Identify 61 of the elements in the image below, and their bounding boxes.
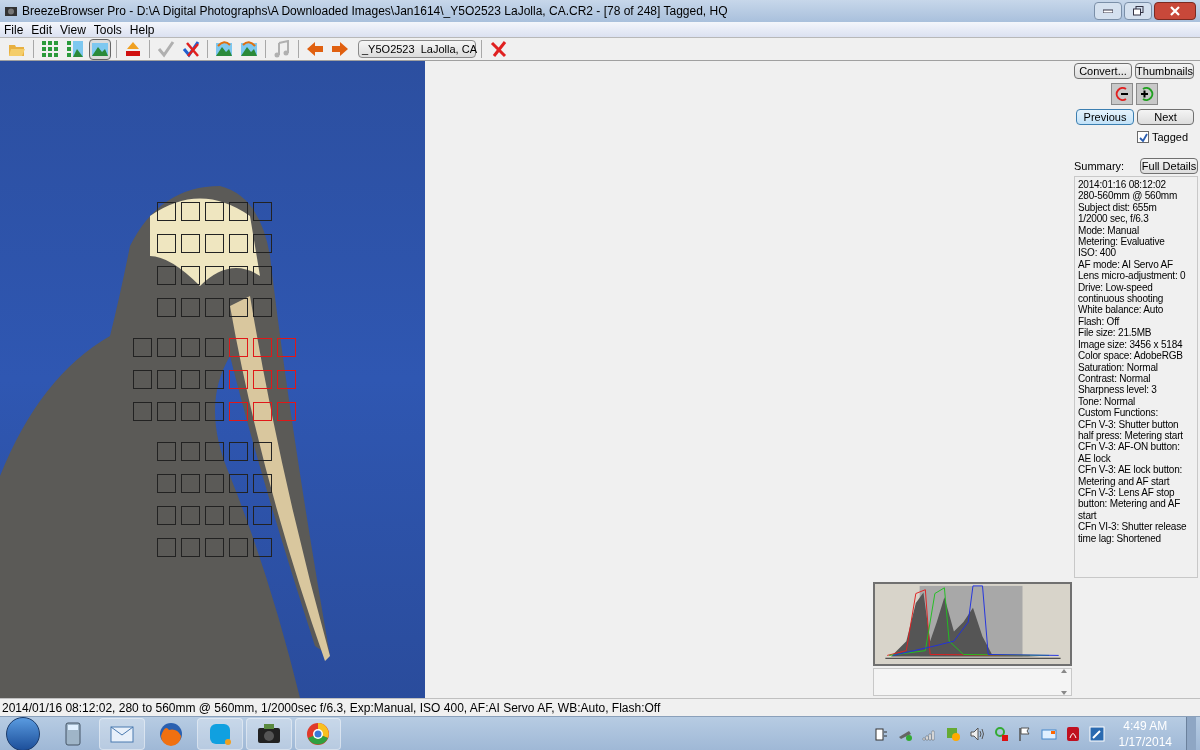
menu-item[interactable]: Edit bbox=[27, 20, 57, 39]
summary-line: Mode: Manual bbox=[1078, 224, 1140, 237]
power-plug-icon[interactable] bbox=[872, 725, 889, 742]
summary-line: File size: 21.5MB bbox=[1078, 327, 1153, 339]
summary-line: Sharpness level: 3 bbox=[1078, 384, 1158, 396]
summary-line: Color space: AdobeRGB bbox=[1078, 350, 1184, 362]
rotate-plus-button[interactable] bbox=[1135, 83, 1158, 105]
summary-line: Lens micro-adjustment: 0 bbox=[1078, 270, 1187, 282]
summary-line: CFn V-3: Shutter button half press: Metering start bbox=[1078, 418, 1184, 442]
summary-line: 280-560mm @ 560mm bbox=[1078, 190, 1178, 202]
summary-line: Contrast: Normal bbox=[1078, 372, 1152, 385]
checkbox-label: Tagged bbox=[1152, 130, 1189, 145]
summary-line: Image size: 3456 x 5184 bbox=[1078, 338, 1184, 351]
summary-line: Subject dist: 655m bbox=[1078, 201, 1158, 214]
restore-icon bbox=[1132, 6, 1144, 16]
summary-line: White balance: Auto bbox=[1078, 304, 1165, 316]
convert-button[interactable]: Convert... bbox=[1074, 63, 1132, 79]
next-button[interactable]: Next bbox=[1137, 109, 1194, 125]
full-details-button[interactable]: Full Details bbox=[1140, 157, 1198, 174]
scroll-down-icon[interactable] bbox=[1061, 691, 1067, 695]
close-icon bbox=[1170, 6, 1180, 16]
close-button[interactable] bbox=[1154, 2, 1196, 20]
summary-line: Flash: Off bbox=[1078, 315, 1121, 328]
rotate-minus-button[interactable] bbox=[1110, 83, 1133, 105]
filmstrip-view-icon[interactable] bbox=[64, 38, 86, 60]
summary-line: 1/2000 sec, f/6.3 bbox=[1078, 213, 1150, 225]
thumbnails-button[interactable]: Thumbnails bbox=[1135, 63, 1194, 79]
status-bar: 2014/01/16 08:12:02, 280 to 560mm @ 560mm, 1/2000sec f/6.3, Exp:Manual, ISO 400, AF:AI Servo AF, WB:Auto, Flash:Off bbox=[0, 698, 1200, 716]
flag-icon[interactable] bbox=[1016, 725, 1033, 742]
image-view-icon[interactable] bbox=[89, 38, 111, 60]
menu-item[interactable]: View bbox=[56, 20, 90, 39]
scroll-up-icon[interactable] bbox=[1061, 669, 1067, 673]
summary-line: ISO: 400 bbox=[1078, 247, 1116, 259]
speaker-icon[interactable] bbox=[968, 725, 985, 742]
thumbnail-grid-icon[interactable] bbox=[39, 38, 61, 60]
camera-icon bbox=[4, 4, 18, 18]
window-title: BreezeBrowser Pro - D:\A Digital Photographs\A Downloaded Images\Jan1614\_Y5O2523 LaJolla, CA.CR2 - [78 of 248] Tagged, HQ bbox=[22, 3, 728, 20]
summary-line: Metering: Evaluative bbox=[1078, 236, 1166, 248]
start-button[interactable] bbox=[6, 716, 40, 750]
minimize-icon bbox=[1103, 9, 1113, 13]
summary-line: Custom Functions: bbox=[1078, 407, 1159, 419]
summary-line: Saturation: Normal bbox=[1078, 361, 1159, 373]
app-icon[interactable] bbox=[1064, 725, 1081, 742]
previous-button[interactable]: Previous bbox=[1076, 109, 1134, 125]
summary-label: Summary: bbox=[1074, 158, 1125, 174]
restore-button[interactable] bbox=[1124, 2, 1152, 20]
tagged-checkbox[interactable] bbox=[1137, 131, 1149, 144]
summary-line: CFn V-3: AF-ON button: AE lock bbox=[1078, 441, 1181, 465]
summary-line: CFn V-3: AE lock button: Metering and AF start bbox=[1078, 464, 1184, 487]
menu-item[interactable]: Help bbox=[125, 20, 159, 39]
summary-line: AF mode: AI Servo AF bbox=[1078, 258, 1174, 271]
summary-line: CFn V-3: Lens AF stop button: Metering and AF start bbox=[1078, 486, 1182, 522]
summary-line: Drive: Low-speed continuous shooting bbox=[1078, 281, 1165, 305]
menu-item[interactable]: Tools bbox=[89, 20, 126, 39]
summary-line: CFn VI-3: Shutter release time lag: Shortened bbox=[1078, 521, 1188, 544]
image-dropdown[interactable]: _Y5O2523 LaJolla, CA bbox=[358, 40, 476, 58]
taskbar-button[interactable] bbox=[246, 717, 292, 750]
summary-line: Tone: Normal bbox=[1078, 395, 1137, 408]
summary-line: 2014:01:16 08:12:02 bbox=[1078, 179, 1167, 191]
menu-item[interactable]: File bbox=[0, 20, 28, 39]
network-icon[interactable] bbox=[992, 725, 1009, 742]
